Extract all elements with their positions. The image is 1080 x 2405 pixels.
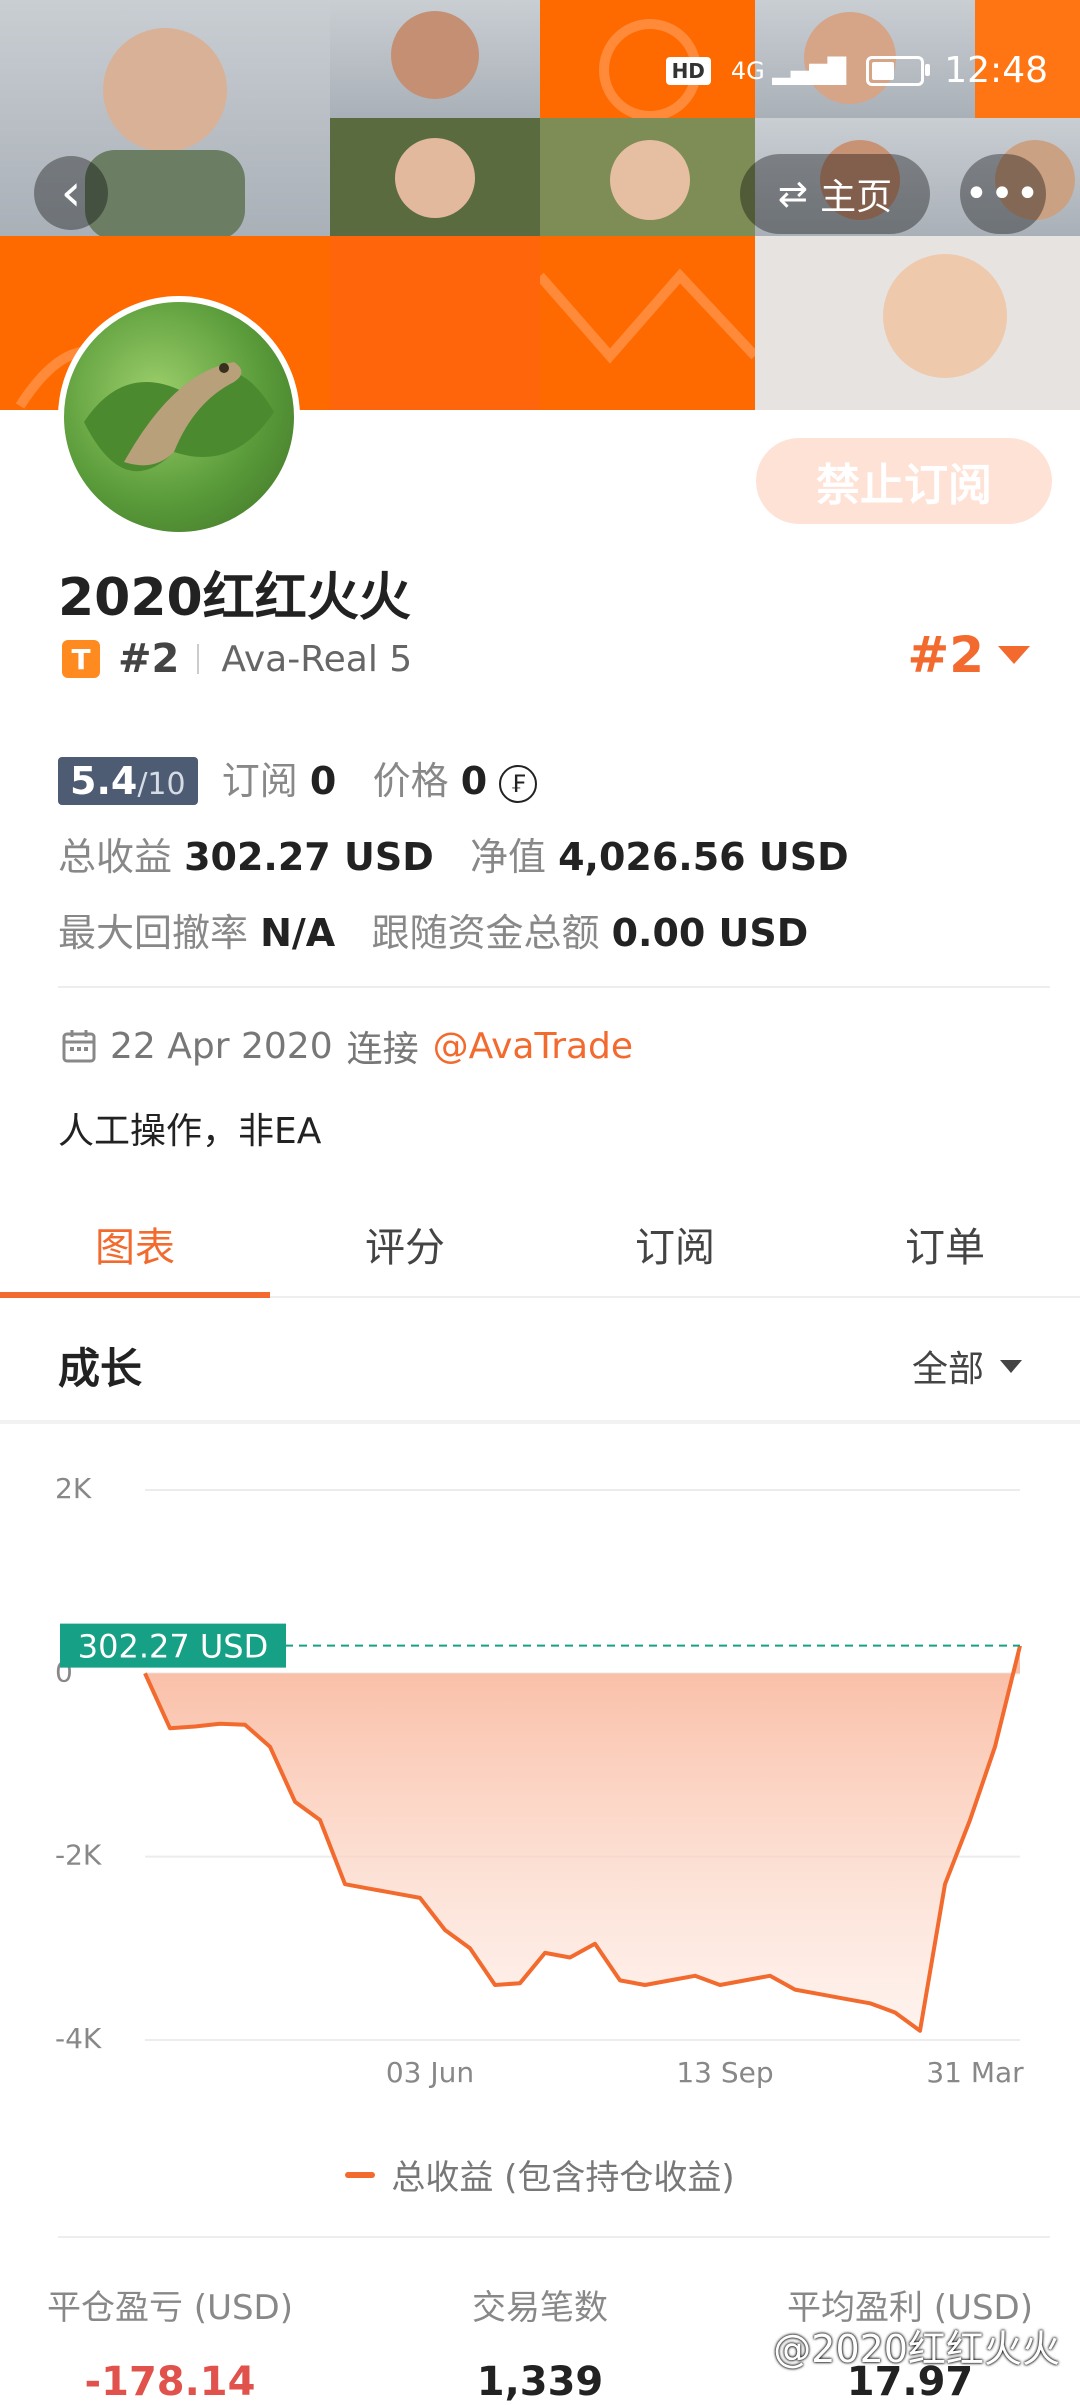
follow-total-label: 跟随资金总额 — [371, 911, 600, 955]
subscriptions-value: 0 — [309, 759, 337, 803]
tab-orders[interactable]: 订单 — [810, 1192, 1080, 1296]
status-bar: HD 4G ▂▄▆█ 12:48 — [665, 50, 1048, 91]
banner-photo — [540, 118, 755, 236]
connection-text: 连接 — [346, 1029, 419, 1070]
broker-link[interactable]: @AvaTrade — [433, 1026, 633, 1067]
strategy-description: 人工操作，非EA — [58, 1111, 322, 1152]
legend-swatch — [345, 2171, 376, 2178]
equity-label: 净值 — [470, 835, 547, 879]
tab-bar: 图表 评分 订阅 订单 — [0, 1192, 1080, 1298]
stats-row-3: 最大回撤率 N/A 跟随资金总额 0.00 USD — [58, 902, 808, 957]
avatar[interactable] — [58, 296, 300, 538]
disable-subscribe-button[interactable]: 禁止订阅 — [756, 438, 1052, 524]
account-name: Ava-Real 5 — [221, 638, 413, 680]
divider — [197, 644, 200, 674]
section-title: 成长 — [58, 1344, 143, 1393]
score-badge: 5.4/10 — [58, 757, 198, 805]
summary-label: 交易笔数 — [472, 2288, 608, 2328]
growth-chart-svg: 2K0-2K-4K302.27 USD03 Jun 13 Sep 31 Mar — [55, 1472, 1024, 2089]
banner-photo — [330, 118, 540, 236]
summary-value: 1,339 — [476, 2359, 604, 2405]
max-drawdown-label: 最大回撤率 — [58, 911, 249, 955]
price-value: 0 — [460, 759, 488, 803]
connection-row: 22 Apr 2020 连接 @AvaTrade — [62, 1020, 633, 1072]
clock: 12:48 — [944, 50, 1048, 91]
more-button[interactable]: ••• — [960, 154, 1046, 234]
chart-legend: 总收益 (包含持仓收益) — [0, 2150, 1080, 2199]
x-tick-label: 13 Sep — [676, 2056, 773, 2089]
rank-dropdown[interactable]: #2 — [907, 626, 1030, 684]
section-divider — [0, 1420, 1080, 1424]
banner-pattern — [540, 236, 755, 410]
banner-photo — [755, 236, 1080, 410]
trader-name: 2020红红火火 — [58, 568, 411, 628]
chevron-left-icon: ‹ — [60, 163, 82, 223]
caret-down-icon — [998, 646, 1030, 664]
subscriptions-label: 订阅 — [221, 759, 298, 803]
summary-label: 平仓盈亏 (USD) — [47, 2288, 293, 2328]
battery-icon — [866, 55, 931, 86]
growth-chart: 2K 0 -2K -4K 302.27 USD 03 Jun 13 Sep 31 Mar — [0, 1440, 1080, 2110]
back-button[interactable]: ‹ — [34, 156, 108, 230]
x-tick-label: 31 Mar — [926, 2056, 1024, 2089]
banner-photo — [330, 0, 540, 118]
calendar-icon — [62, 1030, 96, 1063]
y-tick-label: -2K — [55, 1839, 102, 1872]
series-area — [145, 1645, 1020, 2031]
follow-total-value: 0.00 USD — [611, 911, 809, 955]
stats-row-1: 5.4/10 订阅 0 价格 0 ₣ — [58, 750, 538, 805]
divider — [58, 2236, 1050, 2238]
tab-subscriptions[interactable]: 订阅 — [540, 1192, 810, 1296]
x-tick-label: 03 Jun — [386, 2056, 474, 2089]
total-profit-label: 总收益 — [58, 835, 173, 879]
legend-label: 总收益 (包含持仓收益) — [391, 2158, 735, 2198]
coin-icon: ₣ — [499, 764, 538, 803]
total-profit-value: 302.27 USD — [184, 835, 434, 879]
equity-value: 4,026.56 USD — [558, 835, 849, 879]
range-filter[interactable]: 全部 — [912, 1340, 1022, 1392]
rank-right-label: #2 — [907, 626, 984, 684]
divider — [58, 986, 1050, 988]
rank-number: #2 — [118, 636, 180, 682]
hd-indicator: HD — [665, 56, 711, 85]
trader-badge: T — [62, 640, 100, 678]
tab-rating[interactable]: 评分 — [270, 1192, 540, 1296]
connection-date: 22 Apr 2020 — [110, 1025, 333, 1067]
stats-row-2: 总收益 302.27 USD 净值 4,026.56 USD — [58, 826, 849, 881]
more-dots-icon: ••• — [964, 171, 1042, 217]
y-tick-label: -4K — [55, 2022, 102, 2055]
price-label: 价格 — [372, 759, 449, 803]
current-value-label: 302.27 USD — [78, 1628, 269, 1666]
watermark: @2020红红火火 — [773, 2327, 1060, 2371]
range-filter-label: 全部 — [911, 1349, 984, 1390]
home-button[interactable]: ⇄ 主页 — [740, 154, 930, 234]
summary-closed-pnl: 平仓盈亏 (USD) -178.14 — [40, 2280, 300, 2405]
tab-chart[interactable]: 图表 — [0, 1192, 270, 1298]
y-tick-label: 2K — [55, 1472, 92, 1505]
home-label: 主页 — [820, 177, 893, 218]
signal-icon: 4G ▂▄▆█ — [730, 56, 847, 85]
banner-pattern — [330, 236, 540, 410]
caret-down-icon — [1000, 1359, 1022, 1373]
rank-row: T #2 Ava-Real 5 — [62, 636, 412, 682]
summary-trade-count: 交易笔数 1,339 — [410, 2280, 670, 2405]
summary-value: -178.14 — [84, 2359, 256, 2405]
max-drawdown-value: N/A — [260, 911, 336, 955]
swap-icon: ⇄ — [777, 173, 809, 215]
